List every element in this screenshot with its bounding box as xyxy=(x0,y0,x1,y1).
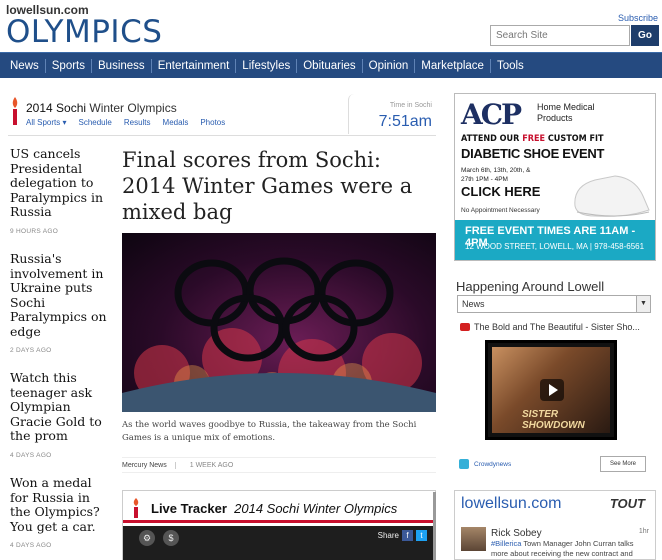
link-photos[interactable]: Photos xyxy=(200,118,225,127)
nav-business[interactable]: Business xyxy=(92,60,151,72)
subscribe-link[interactable]: Subscribe xyxy=(618,13,658,23)
article-headline[interactable]: Final scores from Sochi: 2014 Winter Gam… xyxy=(122,147,438,225)
article-meta: Mercury News 1 WEEK AGO xyxy=(122,457,436,473)
tout-widget: lowellsun.com TOUT Rick Sobey 1hr #Bille… xyxy=(454,490,656,560)
link-all-sports[interactable]: All Sports ▾ xyxy=(26,118,66,127)
nav-marketplace[interactable]: Marketplace xyxy=(415,60,490,72)
ad-headline-2: DIABETIC SHOE EVENT xyxy=(461,146,605,161)
main-nav: News Sports Business Entertainment Lifes… xyxy=(0,52,662,78)
tout-text: #Billerica Town Manager John Curran talk… xyxy=(491,539,634,558)
video-player[interactable]: SISTER SHOWDOWN xyxy=(485,340,617,440)
ad-click-here[interactable]: CLICK HERE xyxy=(461,184,540,199)
ad-address: 12 WOOD STREET, LOWELL, MA | 978-458-656… xyxy=(465,242,645,251)
side-story-age: 9 HOURS AGO xyxy=(10,227,59,235)
link-medals[interactable]: Medals xyxy=(163,118,189,127)
olympic-torch-icon xyxy=(12,97,18,125)
acp-logo: ACP xyxy=(461,98,522,131)
ad-footer: FREE EVENT TIMES ARE 11AM - 4PM 12 WOOD … xyxy=(455,220,655,260)
video-thumbnail: SISTER SHOWDOWN xyxy=(492,347,610,433)
happening-title: Happening Around Lowell xyxy=(456,279,605,294)
dollar-icon[interactable]: $ xyxy=(163,530,179,546)
tout-user[interactable]: Rick Sobey xyxy=(491,528,542,539)
chevron-down-icon[interactable]: ▼ xyxy=(636,296,650,312)
section-title: OLYMPICS xyxy=(6,14,163,50)
nav-entertainment[interactable]: Entertainment xyxy=(152,60,236,72)
sochi-header: 2014 Sochi Winter Olympics All Sports ▾ … xyxy=(8,94,436,136)
link-schedule[interactable]: Schedule xyxy=(78,118,111,127)
share-bar: Share f t xyxy=(378,530,427,541)
video-title[interactable]: The Bold and The Beautiful - Sister Sho.… xyxy=(460,322,640,332)
side-story-headline[interactable]: US cancels Presidental delegation to Par… xyxy=(10,146,110,220)
search-input[interactable]: Search Site xyxy=(490,25,630,46)
play-icon[interactable] xyxy=(540,379,564,401)
side-story-age: 4 DAYS AGO xyxy=(10,542,52,549)
tracker-toolbar: ⚙ $ Share f t xyxy=(123,526,435,560)
side-story-headline[interactable]: Won a medal for Russia in the Olympics? … xyxy=(10,475,110,534)
olympic-rings-fireworks-photo xyxy=(122,257,436,412)
nav-news[interactable]: News xyxy=(4,60,45,72)
widget-logo[interactable]: lowellsun.com xyxy=(461,495,561,513)
facebook-icon[interactable]: f xyxy=(402,530,413,541)
sochi-time-box: Time in Sochi 7:51am xyxy=(348,94,436,134)
avatar[interactable] xyxy=(461,527,486,551)
ad-headline-1: ATTEND OUR FREE CUSTOM FIT xyxy=(461,134,604,144)
tout-brand[interactable]: TOUT xyxy=(610,496,645,511)
live-tracker[interactable]: Live Tracker 2014 Sochi Winter Olympics … xyxy=(122,490,436,560)
youtube-icon xyxy=(460,323,470,331)
crowdynews-credit[interactable]: Crowdynews xyxy=(459,459,511,469)
time-label: Time in Sochi xyxy=(389,102,432,109)
side-story[interactable]: Watch this teenager ask Olympian Gracie … xyxy=(10,370,110,459)
nav-opinion[interactable]: Opinion xyxy=(363,60,415,72)
article-source[interactable]: Mercury News xyxy=(122,461,176,469)
side-story[interactable]: Russia's involvement in Ukraine puts Soc… xyxy=(10,251,110,354)
tout-time: 1hr xyxy=(638,528,649,535)
twitter-icon[interactable]: t xyxy=(416,530,427,541)
acp-advertisement[interactable]: ACP Home Medical Products ATTEND OUR FRE… xyxy=(454,93,656,261)
sochi-title: 2014 Sochi Winter Olympics xyxy=(26,101,177,115)
time-value: 7:51am xyxy=(378,113,432,130)
tracker-title: Live Tracker 2014 Sochi Winter Olympics xyxy=(151,501,398,516)
nav-obituaries[interactable]: Obituaries xyxy=(297,60,361,72)
site-header: lowellsun.com OLYMPICS Subscribe Search … xyxy=(0,0,662,52)
nav-lifestyles[interactable]: Lifestyles xyxy=(236,60,296,72)
category-select[interactable]: News ▼ xyxy=(457,295,651,313)
see-more-button[interactable]: See More xyxy=(600,456,646,472)
article-caption: As the world waves goodbye to Russia, th… xyxy=(122,420,417,443)
gear-icon[interactable]: ⚙ xyxy=(139,530,155,546)
article-age: 1 WEEK AGO xyxy=(189,461,234,469)
tracker-header: Live Tracker 2014 Sochi Winter Olympics xyxy=(123,491,435,523)
share-label: Share xyxy=(377,531,399,540)
ad-dates: March 6th, 13th, 20th, & 27th 1PM - 4PM xyxy=(461,167,531,183)
olympic-torch-icon xyxy=(133,498,139,518)
side-story-age: 4 DAYS AGO xyxy=(10,451,52,459)
crowdynews-icon xyxy=(459,459,469,469)
shoe-image xyxy=(574,175,650,217)
link-results[interactable]: Results xyxy=(124,118,151,127)
side-story[interactable]: US cancels Presidental delegation to Par… xyxy=(10,146,110,235)
side-story-headline[interactable]: Russia's involvement in Ukraine puts Soc… xyxy=(10,251,110,339)
nav-tools[interactable]: Tools xyxy=(491,60,530,72)
search-go-button[interactable]: Go xyxy=(631,25,659,46)
nav-sports[interactable]: Sports xyxy=(46,60,91,72)
article-hero-image[interactable] xyxy=(122,233,436,412)
side-story-age: 2 DAYS AGO xyxy=(10,347,52,354)
acp-subtitle: Home Medical Products xyxy=(537,102,595,123)
video-overlay-text: SISTER SHOWDOWN xyxy=(522,409,585,431)
sochi-links: All Sports ▾ Schedule Results Medals Pho… xyxy=(26,118,237,127)
side-story[interactable]: Won a medal for Russia in the Olympics? … xyxy=(10,475,110,549)
scrollbar[interactable] xyxy=(433,492,436,560)
ad-appointment: No Appointment Necessary xyxy=(461,207,540,214)
side-story-headline[interactable]: Watch this teenager ask Olympian Gracie … xyxy=(10,370,110,444)
